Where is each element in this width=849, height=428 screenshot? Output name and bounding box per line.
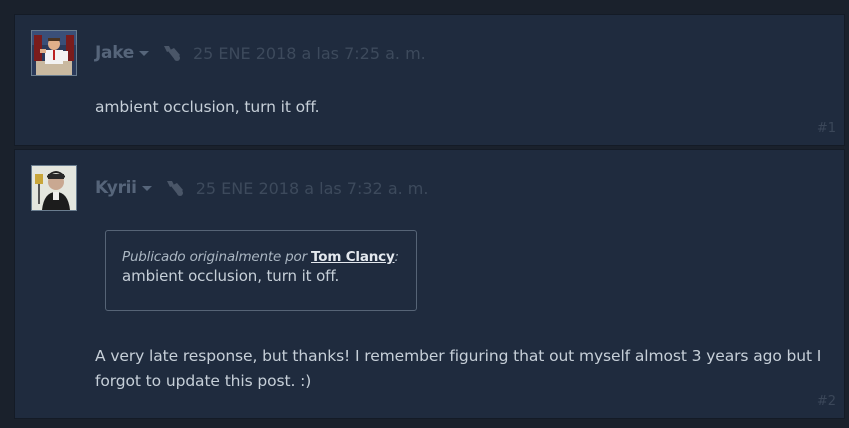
author-name[interactable]: Kyrii <box>95 178 137 198</box>
forum-post: Kyrii 25 ENE 2018 a las 7:32 a. m. Publi… <box>14 149 845 419</box>
post-text: ambient occlusion, turn it off. <box>95 98 320 116</box>
award-icon[interactable] <box>161 43 183 63</box>
quote-prefix: Publicado originalmente por <box>122 249 307 265</box>
quote-text: ambient occlusion, turn it off. <box>122 267 340 285</box>
quote-suffix: : <box>394 249 400 265</box>
author-name[interactable]: Jake <box>95 43 134 63</box>
forum-post: Jake 25 ENE 2018 a las 7:25 a. m. ambien… <box>14 14 845 146</box>
post-number[interactable]: #2 <box>817 394 836 409</box>
post-header: Kyrii 25 ENE 2018 a las 7:32 a. m. <box>95 178 428 198</box>
quote-attribution: Publicado originalmente por Tom Clancy: <box>122 249 400 265</box>
chevron-down-icon[interactable] <box>138 50 149 56</box>
post-timestamp: 25 ENE 2018 a las 7:25 a. m. <box>192 43 426 63</box>
chevron-down-icon[interactable] <box>141 185 152 191</box>
post-number[interactable]: #1 <box>817 121 836 136</box>
forum-thread: Jake 25 ENE 2018 a las 7:25 a. m. ambien… <box>0 0 849 428</box>
quote-author-link[interactable]: Tom Clancy <box>311 249 395 265</box>
post-timestamp: 25 ENE 2018 a las 7:32 a. m. <box>195 178 429 198</box>
quote-block: Publicado originalmente por Tom Clancy: … <box>105 230 417 311</box>
avatar[interactable] <box>31 165 77 211</box>
post-header: Jake 25 ENE 2018 a las 7:25 a. m. <box>95 43 426 63</box>
avatar[interactable] <box>31 30 77 76</box>
award-icon[interactable] <box>164 178 186 198</box>
post-text: A very late response, but thanks! I reme… <box>95 347 822 390</box>
